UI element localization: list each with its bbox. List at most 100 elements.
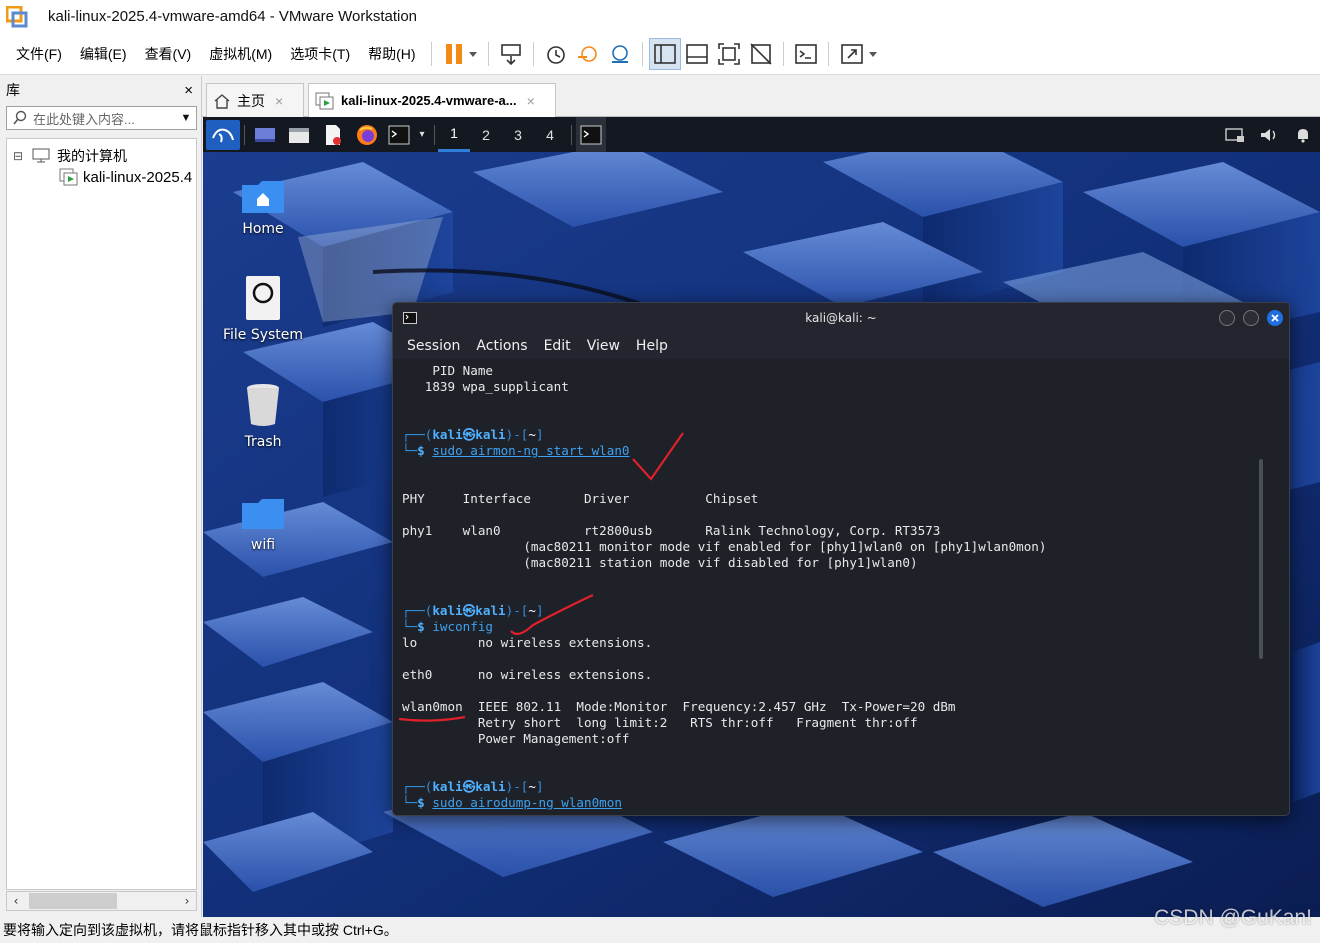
text-editor-button[interactable] bbox=[316, 117, 350, 152]
desktop-icon-trash[interactable]: Trash bbox=[208, 382, 318, 450]
scroll-right-icon[interactable]: › bbox=[178, 894, 196, 908]
desktop-icon-file-system[interactable]: File System bbox=[208, 275, 318, 343]
drive-icon bbox=[246, 276, 280, 320]
snapshot-manager-button[interactable] bbox=[604, 38, 636, 70]
horizontal-scrollbar[interactable]: ‹ › bbox=[6, 891, 197, 911]
terminal-line: (mac80211 monitor mode vif enabled for [… bbox=[402, 539, 1047, 554]
pause-button[interactable] bbox=[438, 38, 482, 70]
taskbar-terminal-window[interactable] bbox=[576, 117, 606, 152]
display-icon[interactable] bbox=[1218, 117, 1252, 152]
firefox-button[interactable] bbox=[350, 117, 384, 152]
chevron-down-icon[interactable]: ▾ bbox=[414, 117, 430, 152]
workspace-4-button[interactable]: 4 bbox=[534, 117, 566, 152]
terminal-launcher-button[interactable] bbox=[384, 117, 414, 152]
close-button[interactable] bbox=[1267, 310, 1283, 326]
tree-item-kali-vm[interactable]: kali-linux-2025.4 bbox=[59, 168, 192, 186]
terminal-command: └─$ sudo airmon-ng start wlan0 bbox=[402, 443, 630, 458]
library-panel: 库 × 在此处键入内容... ▼ ⊟ 我的计算机 kali-linux-2025… bbox=[0, 76, 202, 917]
toolbar-separator bbox=[487, 41, 489, 66]
thumbnail-bar-button[interactable] bbox=[681, 38, 713, 70]
computer-icon bbox=[32, 148, 50, 163]
library-tree: ⊟ 我的计算机 kali-linux-2025.4 bbox=[6, 138, 197, 890]
console-view-button[interactable] bbox=[790, 38, 822, 70]
toolbar-separator bbox=[641, 41, 643, 66]
tree-item-my-computer[interactable]: ⊟ 我的计算机 bbox=[13, 146, 127, 166]
library-header: 库 × bbox=[0, 76, 201, 104]
snapshot-clock-icon bbox=[546, 45, 565, 64]
desktop-icon-label: Trash bbox=[244, 434, 282, 450]
close-icon bbox=[1271, 314, 1279, 322]
send-ctrl-alt-del-button[interactable] bbox=[495, 38, 527, 70]
library-close-button[interactable]: × bbox=[184, 82, 193, 99]
status-bar: 要将输入定向到该虚拟机，请将鼠标指针移入其中或按 Ctrl+G。 bbox=[0, 917, 1320, 943]
workspace-3-button[interactable]: 3 bbox=[502, 117, 534, 152]
terminal-window[interactable]: kali@kali: ~ Session Actions Edit View H… bbox=[392, 302, 1290, 816]
workspace-1-button[interactable]: 1 bbox=[438, 117, 470, 152]
unity-icon bbox=[749, 42, 772, 65]
library-search-input[interactable]: 在此处键入内容... ▼ bbox=[6, 106, 197, 130]
terminal-menu-session[interactable]: Session bbox=[399, 338, 468, 354]
tab-label: 主页 bbox=[237, 92, 265, 109]
menu-help[interactable]: 帮助(H) bbox=[359, 44, 424, 64]
firefox-icon bbox=[357, 124, 377, 145]
terminal-menu-edit[interactable]: Edit bbox=[536, 338, 579, 354]
workspace-2-button[interactable]: 2 bbox=[470, 117, 502, 152]
terminal-title-bar[interactable]: kali@kali: ~ bbox=[393, 303, 1289, 333]
home-folder-icon bbox=[242, 181, 284, 213]
minimize-button[interactable] bbox=[1219, 310, 1235, 326]
home-icon bbox=[214, 93, 230, 109]
toolbar-separator bbox=[430, 41, 432, 66]
terminal-line: lo no wireless extensions. bbox=[402, 635, 653, 650]
panel-separator bbox=[240, 117, 248, 152]
terminal-line: wlan0mon IEEE 802.11 Mode:Monitor Freque… bbox=[402, 699, 956, 714]
maximize-button[interactable] bbox=[1243, 310, 1259, 326]
menu-view[interactable]: 查看(V) bbox=[136, 44, 201, 64]
volume-icon[interactable] bbox=[1252, 117, 1286, 152]
snapshot-button[interactable] bbox=[540, 38, 572, 70]
menu-file[interactable]: 文件(F) bbox=[7, 44, 71, 64]
scroll-left-icon[interactable]: ‹ bbox=[7, 894, 25, 908]
menu-edit[interactable]: 编辑(E) bbox=[71, 44, 136, 64]
pause-icon bbox=[445, 43, 477, 64]
desktop-icon-wifi[interactable]: wifi bbox=[208, 497, 318, 553]
terminal-menu-actions[interactable]: Actions bbox=[468, 338, 535, 354]
panel-separator bbox=[430, 117, 438, 152]
show-library-button[interactable] bbox=[648, 37, 681, 70]
desktop-icon bbox=[255, 127, 275, 142]
terminal-icon bbox=[403, 312, 417, 324]
toolbar-separator bbox=[532, 41, 534, 66]
menu-bar: 文件(F) 编辑(E) 查看(V) 虚拟机(M) 选项卡(T) 帮助(H) bbox=[0, 33, 1320, 75]
chevron-down-icon[interactable]: ▼ bbox=[176, 112, 196, 124]
tab-home[interactable]: 主页 × bbox=[206, 83, 304, 117]
stretch-guest-button[interactable] bbox=[835, 38, 883, 70]
terminal-menu-bar: Session Actions Edit View Help bbox=[393, 333, 1289, 359]
scrollbar-thumb[interactable] bbox=[29, 893, 117, 909]
tab-kali-vm[interactable]: kali-linux-2025.4-vmware-a... × bbox=[308, 83, 556, 117]
terminal-menu-view[interactable]: View bbox=[579, 338, 628, 354]
kali-menu-button[interactable] bbox=[206, 119, 240, 150]
menu-tabs[interactable]: 选项卡(T) bbox=[281, 44, 359, 64]
close-icon[interactable]: × bbox=[275, 93, 283, 109]
file-manager-button[interactable] bbox=[282, 117, 316, 152]
panel-separator bbox=[566, 117, 576, 152]
desktop-icon-label: wifi bbox=[250, 537, 276, 553]
revert-icon bbox=[577, 45, 597, 62]
terminal-output[interactable]: PID Name 1839 wpa_supplicant ┌──(kali㉿ka… bbox=[393, 359, 1273, 815]
terminal-command: └─$ iwconfig bbox=[402, 619, 494, 634]
notification-bell-icon[interactable] bbox=[1286, 117, 1320, 152]
show-desktop-button[interactable] bbox=[248, 117, 282, 152]
checkmark-annotation bbox=[632, 432, 684, 481]
unity-button[interactable] bbox=[745, 38, 777, 70]
terminal-scrollbar[interactable] bbox=[1259, 459, 1263, 659]
terminal-menu-help[interactable]: Help bbox=[628, 338, 676, 354]
folder-icon bbox=[242, 499, 284, 529]
close-icon[interactable]: × bbox=[527, 93, 535, 109]
terminal-line: (mac80211 station mode vif disabled for … bbox=[402, 555, 918, 570]
full-screen-button[interactable] bbox=[713, 38, 745, 70]
collapse-icon[interactable]: ⊟ bbox=[13, 149, 31, 163]
terminal-line: 1839 wpa_supplicant bbox=[402, 379, 569, 394]
trash-icon bbox=[247, 384, 279, 426]
revert-snapshot-button[interactable] bbox=[572, 38, 604, 70]
menu-vm[interactable]: 虚拟机(M) bbox=[200, 44, 281, 64]
desktop-icon-home[interactable]: Home bbox=[208, 179, 318, 237]
